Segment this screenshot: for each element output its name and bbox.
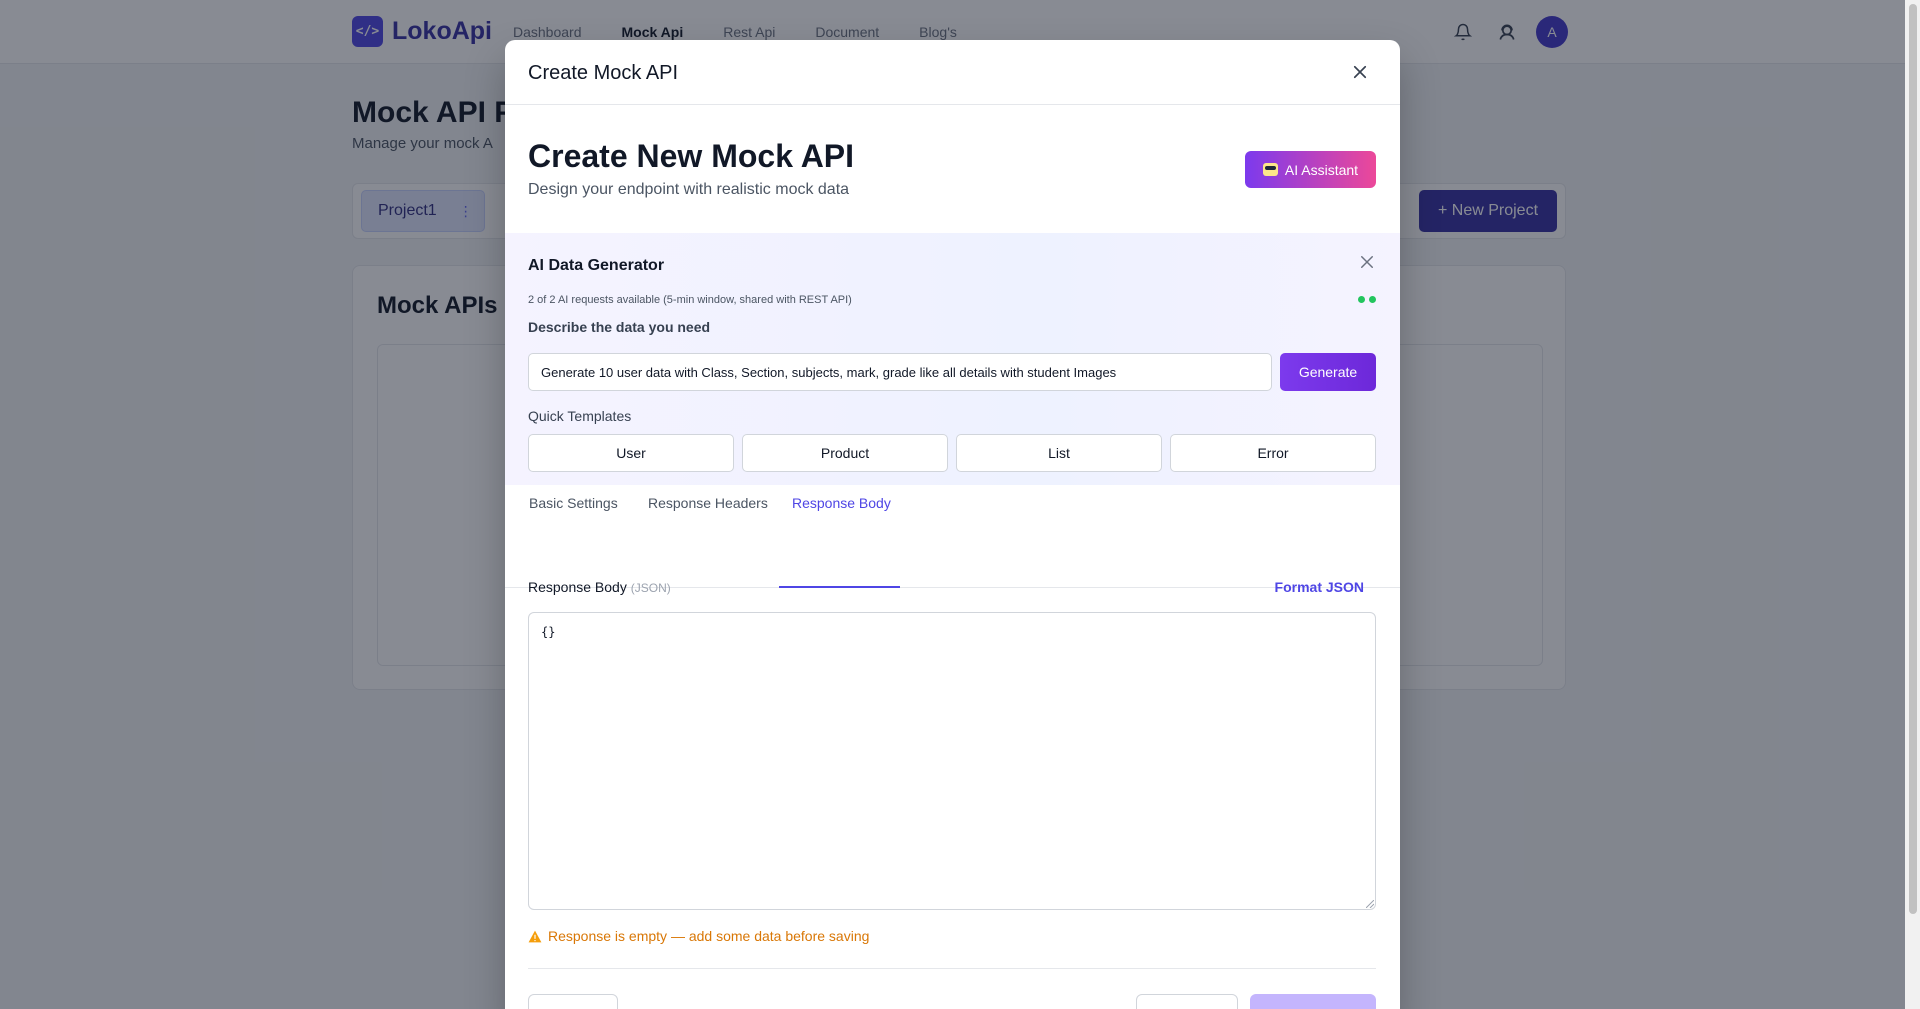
ai-assistant-button[interactable]: AI Assistant [1245, 151, 1376, 188]
tab-response-body[interactable]: Response Body [792, 495, 891, 599]
cancel-button[interactable]: Cancel [528, 994, 618, 1009]
template-list-button[interactable]: List [956, 434, 1162, 472]
template-user-button[interactable]: User [528, 434, 734, 472]
footer-divider [528, 968, 1376, 969]
ai-assistant-label: AI Assistant [1284, 161, 1359, 178]
scrollbar-thumb[interactable] [1909, 4, 1917, 914]
response-body-label: Response Body (JSON) [528, 579, 671, 595]
create-mock-modal: Create Mock API Create New Mock API Desi… [505, 40, 1400, 1009]
response-body-title: Response Body [528, 579, 627, 595]
generate-button[interactable]: Generate [1280, 353, 1376, 391]
template-error-button[interactable]: Error [1170, 434, 1376, 472]
modal-header: Create Mock API [505, 40, 1400, 105]
format-json-button[interactable]: Format JSON [1275, 579, 1364, 595]
ai-data-generator: AI Data Generator 2 of 2 AI requests ava… [505, 233, 1400, 485]
warning-text: Response is empty — add some data before… [548, 928, 870, 944]
resize-handle-icon[interactable] [1366, 900, 1374, 908]
response-body-hint: (JSON) [630, 581, 671, 595]
hero-subtitle: Design your endpoint with realistic mock… [528, 181, 850, 198]
response-body-editor[interactable]: {} [528, 612, 1376, 910]
page-scrollbar[interactable] [1905, 0, 1920, 1009]
prompt-input[interactable] [528, 353, 1272, 391]
generator-title: AI Data Generator [528, 257, 665, 274]
quick-templates-label: Quick Templates [528, 408, 632, 424]
robot-icon [1262, 163, 1278, 176]
active-tab-indicator [779, 586, 900, 588]
close-icon[interactable] [1358, 253, 1378, 273]
template-product-button[interactable]: Product [742, 434, 948, 472]
preview-button[interactable]: Preview [1136, 994, 1238, 1009]
quick-templates: User Product List Error [528, 434, 1376, 472]
warning-icon [528, 930, 542, 942]
hero-title: Create New Mock API [528, 138, 855, 174]
empty-response-warning: Response is empty — add some data before… [528, 928, 869, 944]
modal-title: Create Mock API [528, 62, 679, 84]
settings-tabs: Basic Settings Response Headers Response… [505, 485, 1400, 588]
generator-quota: 2 of 2 AI requests available (5-min wind… [528, 294, 852, 306]
create-mock-button[interactable]: Create Mock [1250, 994, 1376, 1009]
status-indicator [1358, 296, 1376, 303]
close-icon[interactable] [1348, 60, 1372, 84]
describe-label: Describe the data you need [528, 319, 711, 335]
